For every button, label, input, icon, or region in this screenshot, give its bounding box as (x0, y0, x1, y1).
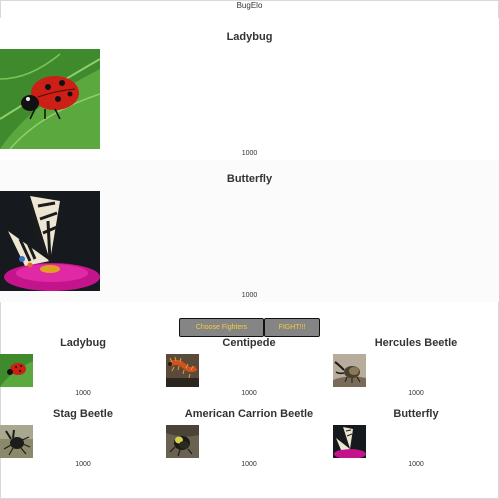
roster-item-name: Butterfly (393, 408, 439, 420)
roster-item[interactable]: Ladybug 1000 (0, 337, 166, 407)
carrion-beetle-photo-icon (166, 425, 199, 458)
fighter-b-image[interactable] (0, 191, 100, 291)
roster-item[interactable]: Hercules Beetle 1000 (333, 337, 499, 407)
roster-item-elo: 1000 (408, 390, 424, 397)
roster-item-image[interactable] (166, 354, 199, 387)
fighter-b-elo: 1000 (241, 292, 258, 299)
app-title: BugElo (236, 1, 263, 10)
ladybug-photo-icon (0, 354, 33, 387)
butterfly-photo-icon (0, 191, 100, 291)
fighter-a-panel: Ladybug 1000 (0, 18, 499, 160)
choose-fighters-button[interactable]: Choose Fighters (179, 318, 264, 337)
roster-item-image[interactable] (333, 425, 366, 458)
fighter-b-name: Butterfly (226, 173, 273, 185)
roster-item-name: Ladybug (60, 337, 106, 349)
hercules-beetle-photo-icon (333, 354, 366, 387)
roster-item-elo: 1000 (75, 461, 91, 468)
roster-item[interactable]: Centipede 1000 (166, 337, 332, 407)
butterfly-photo-icon (333, 425, 366, 458)
roster-item-image[interactable] (333, 354, 366, 387)
roster-item-image[interactable] (0, 354, 33, 387)
fighter-b-panel: Butterfly 1000 (0, 160, 499, 302)
roster-item-elo: 1000 (408, 461, 424, 468)
roster-item[interactable]: American Carrion Beetle 1000 (166, 408, 332, 478)
action-bar: Choose Fighters FIGHT!!! (0, 318, 499, 337)
roster-item-elo: 1000 (241, 390, 257, 397)
fighter-a-name: Ladybug (226, 31, 273, 43)
centipede-photo-icon (166, 354, 199, 387)
roster-item-image[interactable] (166, 425, 199, 458)
roster-item-name: Stag Beetle (53, 408, 113, 420)
roster-item[interactable]: Stag Beetle 1000 (0, 408, 166, 478)
roster-item-elo: 1000 (75, 390, 91, 397)
ladybug-photo-icon (0, 49, 100, 149)
stag-beetle-photo-icon (0, 425, 33, 458)
roster-item[interactable]: Butterfly 1000 (333, 408, 499, 478)
fighter-a-elo: 1000 (241, 150, 258, 157)
roster-item-name: American Carrion Beetle (184, 408, 314, 420)
fight-button[interactable]: FIGHT!!! (264, 318, 320, 337)
fighter-a-image[interactable] (0, 49, 100, 149)
roster-item-image[interactable] (0, 425, 33, 458)
roster-item-name: Centipede (222, 337, 276, 349)
roster-item-name: Hercules Beetle (374, 337, 458, 349)
roster-item-elo: 1000 (241, 461, 257, 468)
